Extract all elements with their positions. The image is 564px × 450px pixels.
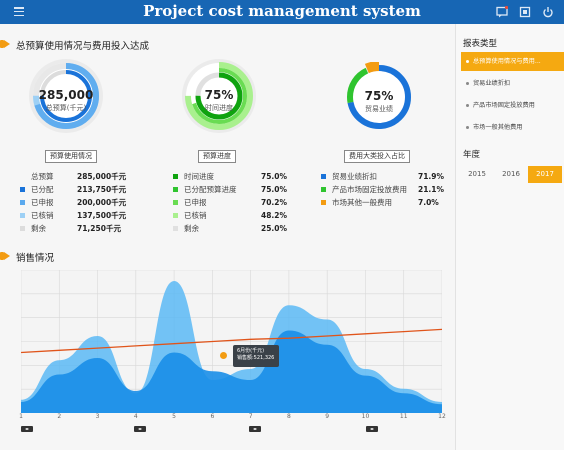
highlight-point[interactable] bbox=[220, 352, 227, 359]
legend-swatch bbox=[20, 226, 25, 231]
sidebar-item-trade-discount[interactable]: 贸易业绩折扣 bbox=[456, 74, 564, 93]
legend-row: 总预算 285,000千元 bbox=[20, 170, 160, 183]
legend-row: 剩余 71,250千元 bbox=[20, 222, 160, 235]
x-tick-label: 2 bbox=[57, 413, 62, 420]
performance-donut: 75% 贸易业绩 bbox=[344, 62, 414, 132]
budget-progress-button[interactable]: 预算进度 bbox=[198, 150, 236, 163]
progress-donut-label: 时间进度 bbox=[205, 104, 233, 112]
x-tick-label: 11 bbox=[399, 413, 408, 420]
navigator-handle[interactable]: ◂▸ bbox=[134, 426, 146, 432]
legend-row: 贸易业绩折扣 71.9% bbox=[321, 170, 455, 183]
legend-swatch bbox=[321, 174, 326, 179]
navigator-handle[interactable]: ◂▸ bbox=[249, 426, 261, 432]
performance-donut-value: 75% bbox=[364, 89, 394, 103]
sidebar: 报表类型 总预算使用情况与费用... 贸易业绩折扣 产品市场固定投放费用 市场一… bbox=[455, 24, 564, 450]
sidebar-item-budget-usage[interactable]: 总预算使用情况与费用... bbox=[461, 52, 564, 71]
x-tick-label: 6 bbox=[210, 413, 215, 420]
year-2015[interactable]: 2015 bbox=[460, 166, 494, 183]
legend-row: 产品市场固定投放费用 21.1% bbox=[321, 183, 455, 196]
legend-swatch bbox=[321, 187, 326, 192]
top-bar: Project cost management system bbox=[0, 0, 564, 24]
cost-ratio-button[interactable]: 费用大类投入占比 bbox=[344, 150, 410, 163]
legend-swatch bbox=[173, 200, 178, 205]
sidebar-item-other-cost[interactable]: 市场一般其他费用 bbox=[456, 118, 564, 137]
legend-row: 已申报 200,000千元 bbox=[20, 196, 160, 209]
x-tick-label: 7 bbox=[248, 413, 253, 420]
year-selector: 2015 2016 2017 bbox=[460, 166, 562, 183]
legend-row: 已申报 70.2% bbox=[173, 196, 313, 209]
app-title: Project cost management system bbox=[143, 2, 421, 20]
tooltip-value: 销售额:521,326 bbox=[237, 355, 275, 361]
legend-row: 已分配预算进度 75.0% bbox=[173, 183, 313, 196]
chart-tooltip: 6月份(千元) 销售额:521,326 bbox=[233, 345, 279, 367]
trend-line bbox=[20, 328, 443, 354]
tooltip-title: 6月份(千元) bbox=[237, 348, 265, 354]
legend-swatch bbox=[20, 174, 25, 179]
power-icon[interactable] bbox=[542, 6, 554, 18]
chart-navigator: ◂▸ ◂▸ ◂▸ ◂▸ bbox=[21, 426, 442, 434]
year-2017[interactable]: 2017 bbox=[528, 166, 562, 183]
year-2016[interactable]: 2016 bbox=[494, 166, 528, 183]
legend-row: 已分配 213,750千元 bbox=[20, 183, 160, 196]
legend-swatch bbox=[20, 200, 25, 205]
budget-legend: 总预算 285,000千元 已分配 213,750千元 已申报 200,000千元 已… bbox=[20, 170, 160, 235]
legend-swatch bbox=[20, 213, 25, 218]
section-title-sales: 销售情况 bbox=[0, 250, 54, 264]
legend-swatch bbox=[173, 213, 178, 218]
budget-donut: 285,000 总预算(千元) bbox=[27, 57, 105, 135]
x-tick-label: 1 bbox=[19, 413, 23, 420]
legend-row: 市场其他一般费用 7.0% bbox=[321, 196, 455, 209]
legend-row: 时间进度 75.0% bbox=[173, 170, 313, 183]
x-tick-label: 4 bbox=[133, 413, 138, 420]
fullscreen-icon[interactable] bbox=[519, 6, 531, 18]
legend-swatch bbox=[173, 226, 178, 231]
x-tick-label: 3 bbox=[95, 413, 100, 420]
sidebar-title: 报表类型 bbox=[463, 39, 498, 49]
navigator-handle[interactable]: ◂▸ bbox=[366, 426, 378, 432]
progress-donut-value: 75% bbox=[204, 88, 234, 102]
x-axis-labels: 1 2 3 4 5 6 7 8 9 10 11 12 bbox=[19, 413, 446, 423]
performance-legend: 贸易业绩折扣 71.9% 产品市场固定投放费用 21.1% 市场其他一般费用 7.0% bbox=[321, 170, 455, 209]
navigator-handle[interactable]: ◂▸ bbox=[21, 426, 33, 432]
x-tick-label: 5 bbox=[172, 413, 176, 420]
sidebar-item-fixed-cost[interactable]: 产品市场固定投放费用 bbox=[456, 96, 564, 115]
budget-usage-button[interactable]: 预算使用情况 bbox=[45, 150, 97, 163]
legend-row: 剩余 25.0% bbox=[173, 222, 313, 235]
x-tick-label: 12 bbox=[438, 413, 446, 420]
budget-donut-label: 总预算(千元) bbox=[45, 104, 87, 112]
legend-swatch bbox=[20, 187, 25, 192]
progress-legend: 时间进度 75.0% 已分配预算进度 75.0% 已申报 70.2% 已核销 48.2%… bbox=[173, 170, 313, 235]
legend-swatch bbox=[321, 200, 326, 205]
x-tick-label: 9 bbox=[325, 413, 330, 420]
progress-donut: 75% 时间进度 bbox=[180, 57, 258, 135]
legend-swatch bbox=[173, 187, 178, 192]
legend-row: 已核销 137,500千元 bbox=[20, 209, 160, 222]
legend-row: 已核销 48.2% bbox=[173, 209, 313, 222]
message-icon[interactable] bbox=[496, 5, 509, 18]
legend-swatch bbox=[173, 174, 178, 179]
x-tick-label: 8 bbox=[286, 413, 291, 420]
x-tick-label: 10 bbox=[361, 413, 370, 420]
year-title: 年度 bbox=[463, 150, 481, 160]
sales-chart bbox=[20, 269, 443, 414]
performance-donut-label: 贸易业绩 bbox=[365, 105, 393, 113]
section-title-budget: 总预算使用情况与费用投入达成 bbox=[0, 38, 149, 52]
budget-donut-value: 285,000 bbox=[38, 88, 94, 102]
